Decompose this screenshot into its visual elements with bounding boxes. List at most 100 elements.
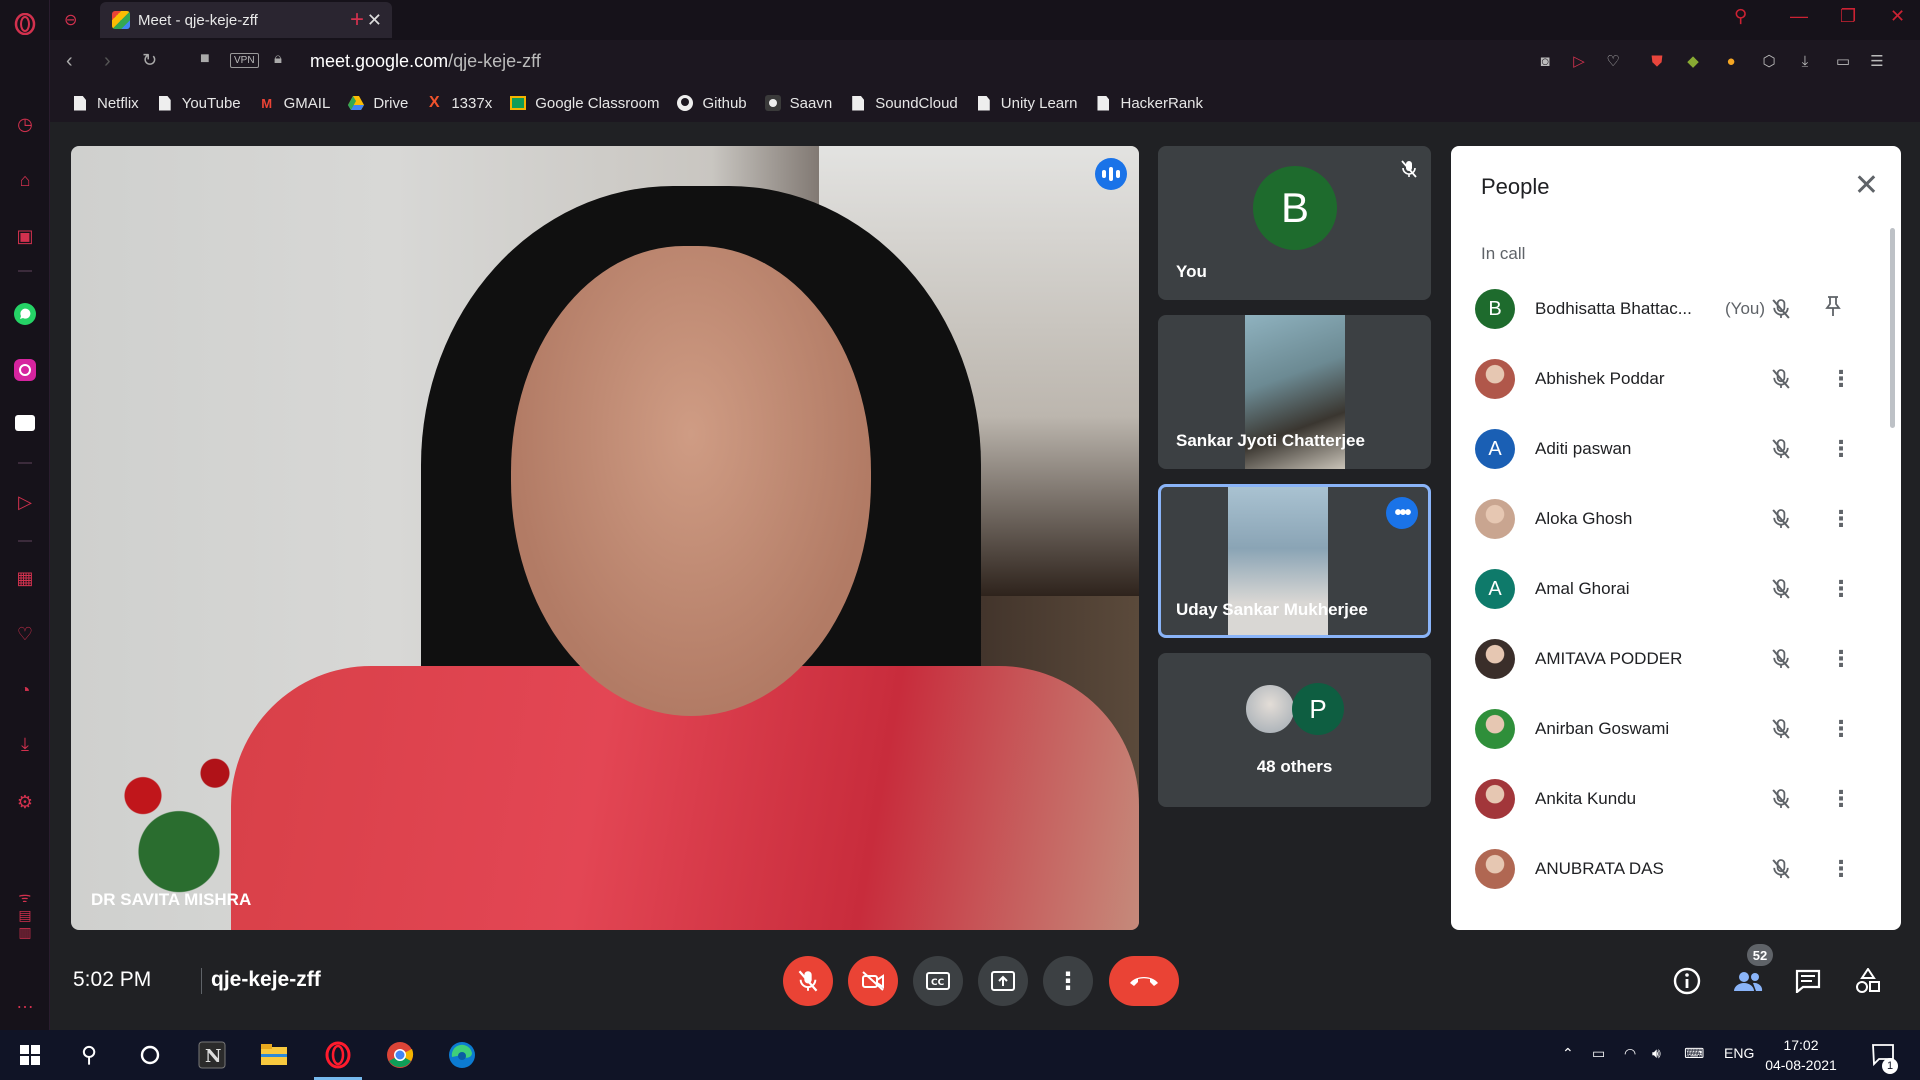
forward-icon[interactable]: ›	[104, 50, 111, 73]
send-icon[interactable]: ▷	[13, 490, 37, 514]
extensions-icon[interactable]: ⬡	[1760, 52, 1778, 70]
bookmark-google-classroom[interactable]: Google Classroom	[510, 95, 659, 112]
heart-icon[interactable]: ♡	[13, 622, 37, 646]
close-window-icon[interactable]: ✕	[1890, 6, 1905, 27]
mic-off-icon[interactable]	[1769, 717, 1793, 741]
scrollbar[interactable]	[1890, 228, 1895, 428]
more-options-icon[interactable]: ⋮	[1830, 578, 1852, 600]
mic-off-icon[interactable]	[1769, 437, 1793, 461]
tab-switcher-icon[interactable]: ⊖	[64, 2, 77, 38]
lock-icon[interactable]: 🔒︎	[274, 50, 282, 67]
tile-you[interactable]: B You	[1158, 146, 1431, 300]
camera-indicator-icon[interactable]: ■	[200, 50, 210, 68]
battery-icon[interactable]: ▭	[1592, 1045, 1605, 1062]
bookmark-heart-icon[interactable]: ♡	[1604, 52, 1622, 70]
participant-row[interactable]: A Aditi paswan ⋮	[1475, 414, 1875, 484]
twitch-icon[interactable]: ▣	[13, 224, 37, 248]
workspaces-icon[interactable]: ▦	[13, 566, 37, 590]
wifi-icon[interactable]: ◠	[1624, 1045, 1636, 1062]
more-options-icon[interactable]: ⋮	[1830, 788, 1852, 810]
participant-row[interactable]: Ankita Kundu ⋮	[1475, 764, 1875, 834]
bookmark-netflix[interactable]: Netflix	[72, 95, 139, 112]
mic-off-icon[interactable]	[1769, 297, 1793, 321]
bookmark-unity-learn[interactable]: Unity Learn	[976, 95, 1077, 112]
cortana-icon[interactable]	[134, 1039, 166, 1071]
more-options-icon[interactable]: ⋮	[1830, 858, 1852, 880]
url-field[interactable]: meet.google.com/qje-keje-zff	[310, 51, 541, 72]
pin-icon[interactable]	[1825, 295, 1841, 323]
bookmark-gmail[interactable]: M GMAIL	[259, 95, 330, 112]
search-icon[interactable]: ⚲	[73, 1039, 105, 1071]
speed-dial-icon[interactable]: ◷	[13, 112, 37, 136]
mic-off-icon[interactable]	[1769, 507, 1793, 531]
shopping-icon[interactable]: ⌂	[13, 168, 37, 192]
mic-off-icon[interactable]	[1769, 367, 1793, 391]
more-options-button[interactable]: ⋮	[1043, 956, 1093, 1006]
meeting-details-icon[interactable]	[1670, 964, 1704, 998]
history-icon[interactable]: ◔	[13, 678, 37, 702]
mic-off-icon[interactable]	[1769, 787, 1793, 811]
reload-icon[interactable]: ↻	[142, 50, 157, 71]
volume-icon[interactable]: 🔊︎	[1652, 1045, 1661, 1062]
more-options-icon[interactable]: ⋮	[1830, 438, 1852, 460]
more-icon[interactable]: …	[13, 990, 37, 1014]
chrome-icon[interactable]	[384, 1039, 416, 1071]
camera-toggle-button[interactable]	[848, 956, 898, 1006]
search-tabs-icon[interactable]: ⚲	[1734, 6, 1747, 27]
participant-row[interactable]: Aloka Ghosh ⋮	[1475, 484, 1875, 554]
participant-row[interactable]: Abhishek Poddar ⋮	[1475, 344, 1875, 414]
more-options-icon[interactable]: •••	[1386, 497, 1418, 529]
edge-icon[interactable]	[446, 1039, 478, 1071]
bookmark-github[interactable]: Github	[677, 95, 747, 112]
more-options-icon[interactable]: ⋮	[1830, 648, 1852, 670]
restore-icon[interactable]: ❐	[1840, 6, 1856, 27]
participant-row[interactable]: B Bodhisatta Bhattac... (You)	[1475, 274, 1875, 344]
tile-others[interactable]: P 48 others	[1158, 653, 1431, 807]
bookmark-soundcloud[interactable]: SoundCloud	[850, 95, 958, 112]
language-indicator[interactable]: ENG	[1724, 1045, 1754, 1061]
download-icon[interactable]: ⤓	[1796, 52, 1814, 70]
extension-cube-icon[interactable]: ◆	[1684, 52, 1702, 70]
chat-icon[interactable]	[1791, 964, 1825, 998]
opera-logo-icon[interactable]	[13, 12, 37, 36]
leave-call-button[interactable]	[1109, 956, 1179, 1006]
bookmark-1337x[interactable]: X 1337x	[426, 94, 492, 112]
messenger-icon[interactable]	[13, 412, 37, 436]
extension-flame-icon[interactable]: ●	[1722, 52, 1740, 70]
back-icon[interactable]: ‹	[66, 50, 73, 73]
bookmark-saavn[interactable]: Saavn	[764, 95, 832, 112]
bookmark-drive[interactable]: Drive	[348, 95, 408, 112]
more-options-icon[interactable]: ⋮	[1830, 508, 1852, 530]
tab-meet[interactable]: Meet - qje-keje-zff ✕	[100, 2, 392, 38]
adblock-shield-icon[interactable]: ⛊	[1648, 52, 1666, 70]
participant-row[interactable]: A Amal Ghorai ⋮	[1475, 554, 1875, 624]
participant-row[interactable]: ANUBRATA DAS ⋮	[1475, 834, 1875, 904]
more-options-icon[interactable]: ⋮	[1830, 368, 1852, 390]
more-options-icon[interactable]: ⋮	[1830, 718, 1852, 740]
mic-off-icon[interactable]	[1769, 647, 1793, 671]
minimize-icon[interactable]: —	[1790, 6, 1808, 27]
main-speaker-video[interactable]: DR SAVITA MISHRA	[71, 146, 1139, 930]
people-icon[interactable]	[1731, 964, 1765, 998]
flow-send-icon[interactable]: ▷	[1570, 52, 1588, 70]
participant-row[interactable]: AMITAVA PODDER ⋮	[1475, 624, 1875, 694]
whatsapp-icon[interactable]	[13, 302, 37, 326]
bookmark-youtube[interactable]: YouTube	[157, 95, 241, 112]
mic-toggle-button[interactable]	[783, 956, 833, 1006]
file-explorer-icon[interactable]	[258, 1039, 290, 1071]
downloads-icon[interactable]: ⤓	[13, 732, 37, 756]
windows-start-icon[interactable]	[14, 1039, 46, 1071]
easy-setup-icon[interactable]: ☰	[1868, 52, 1886, 70]
close-tab-icon[interactable]: ✕	[367, 10, 382, 31]
activities-icon[interactable]	[1851, 964, 1885, 998]
vpn-badge[interactable]: VPN	[230, 53, 259, 68]
battery-saver-icon[interactable]: ▭	[1834, 52, 1852, 70]
notion-app-icon[interactable]: N	[196, 1039, 228, 1071]
participant-row[interactable]: Anirban Goswami ⋮	[1475, 694, 1875, 764]
mic-off-icon[interactable]	[1769, 577, 1793, 601]
mic-off-icon[interactable]	[1769, 857, 1793, 881]
settings-icon[interactable]: ⚙	[13, 790, 37, 814]
snapshot-icon[interactable]: ◙	[1536, 52, 1554, 70]
opera-taskbar-icon[interactable]	[314, 1039, 362, 1080]
instagram-icon[interactable]	[13, 358, 37, 382]
